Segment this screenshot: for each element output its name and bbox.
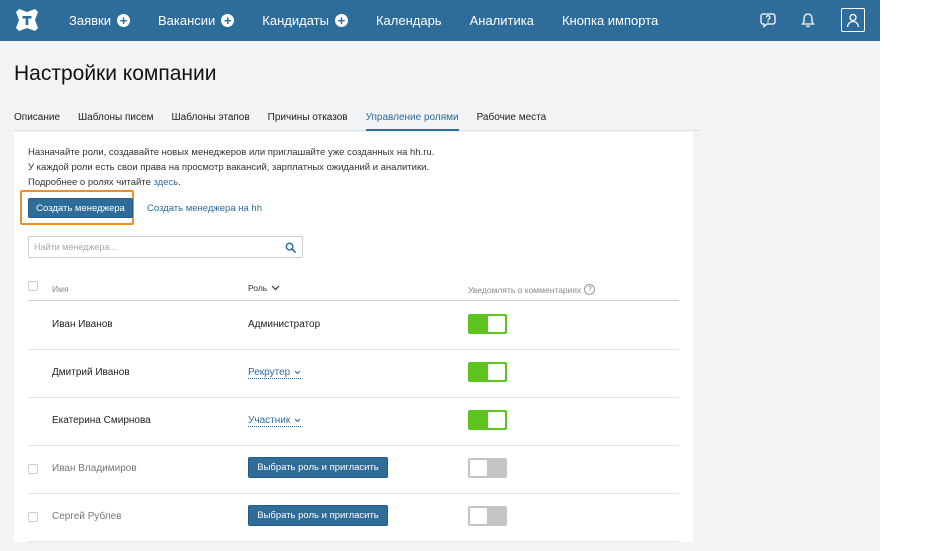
tab-1[interactable]: Шаблоны писем [78,112,153,129]
help-question-icon[interactable]: ? [584,284,596,295]
intro-line-3-suffix: . [178,177,181,188]
bell-icon[interactable] [800,12,816,28]
header-notify-label: Уведомлять о комментариях [468,284,582,295]
profile-button[interactable] [841,8,865,32]
plus-icon[interactable]: + [334,14,348,27]
role-dropdown-label: Участник [248,415,291,426]
role-dropdown[interactable]: Участник [248,415,302,427]
row-checkbox[interactable] [28,464,38,474]
manager-name: Дмитрий Иванов [52,367,130,378]
table-row: Иван Иванов Администратор [28,301,679,350]
intro-line-3: Подробнее о ролях читайте здесь. [28,175,434,190]
nav-item-1[interactable]: Вакансии + [157,13,235,28]
toggle-knob [470,508,487,524]
top-navigation-bar: Заявки + Вакансии + Кандидаты + Календарь Анали… [0,0,880,41]
nav-item-label: Кнопка импорта [561,13,659,28]
create-manager-hh-link[interactable]: Создать менеджера на hh [147,203,262,214]
table-row: Дмитрий Иванов Рекрутер [28,349,679,398]
toggle-knob [470,460,487,476]
notify-toggle[interactable] [468,458,507,478]
manager-name: Екатерина Смирнова [52,415,151,426]
table-row: Иван Владимиров Выбрать роль и пригласить [28,445,679,494]
profile-icon [846,13,860,28]
notify-toggle[interactable] [468,506,507,526]
nav-item-0[interactable]: Заявки + [69,13,130,28]
nav-item-label: Заявки [69,13,111,28]
header-role-sort[interactable]: Роль [248,283,280,293]
search-icon[interactable] [285,242,296,253]
page-title: Настройки компании [14,62,217,85]
main-nav: Заявки + Вакансии + Кандидаты + Календарь Анали… [69,0,686,41]
table-row: Сергей Рублев Выбрать роль и пригласить [28,493,679,542]
roles-help-link[interactable]: здесь [154,177,179,188]
intro-text: Назначайте роли, создавайте новых менедж… [28,145,434,190]
nav-item-label: Календарь [375,13,442,28]
nav-item-label: Вакансии [157,13,216,28]
manager-name: Иван Иванов [52,319,113,330]
tab-5[interactable]: Рабочие места [477,112,547,129]
role-dropdown-label: Рекрутер [248,367,291,378]
row-checkbox[interactable] [28,512,38,522]
chevron-down-icon [271,285,280,291]
intro-line-2: У каждой роли есть свои права на просмот… [28,162,430,173]
invite-with-role-button[interactable]: Выбрать роль и пригласить [248,505,388,526]
role-label: Администратор [248,319,321,330]
nav-item-2[interactable]: Кандидаты + [262,13,348,28]
manager-name: Сергей Рублев [52,511,122,522]
settings-tabs: Описание Шаблоны писем Шаблоны этапов Причи… [14,112,700,131]
tab-3[interactable]: Причины отказов [268,112,348,129]
tab-4[interactable]: Управление ролями [365,112,459,131]
logo-icon[interactable] [14,7,40,33]
tab-0[interactable]: Описание [14,112,60,129]
create-manager-button[interactable]: Создать менеджера [28,198,133,218]
manager-name: Иван Владимиров [52,463,137,474]
nav-item-label: Кандидаты [262,13,329,28]
toggle-knob [488,316,505,332]
intro-line-3-prefix: Подробнее о ролях читайте [28,177,154,188]
tab-2[interactable]: Шаблоны этапов [171,112,249,129]
table-header: Имя Роль Уведомлять о комментариях ? [28,280,679,301]
toggle-knob [488,364,505,380]
nav-item-5[interactable]: Кнопка импорта [562,13,658,28]
invite-with-role-button[interactable]: Выбрать роль и пригласить [248,457,388,478]
toggle-knob [488,412,505,428]
app-window: Заявки + Вакансии + Кандидаты + Календарь Анали… [0,0,880,551]
plus-icon[interactable]: + [116,14,130,27]
nav-item-label: Аналитика [469,13,534,28]
notify-toggle[interactable] [468,314,507,334]
nav-item-3[interactable]: Календарь [376,13,442,28]
nav-item-4[interactable]: Аналитика [470,13,534,28]
notify-toggle[interactable] [468,362,507,382]
roles-panel: Назначайте роли, создавайте новых менедж… [14,132,693,542]
notify-toggle[interactable] [468,410,507,430]
header-notify: Уведомлять о комментариях ? [468,284,596,295]
header-name: Имя [52,284,69,294]
role-dropdown[interactable]: Рекрутер [248,367,302,379]
header-role-label: Роль [248,283,268,293]
manager-search-input[interactable] [34,240,274,254]
plus-icon[interactable]: + [221,14,235,27]
chevron-down-icon [294,418,301,423]
manager-search [28,236,303,258]
table-row: Екатерина Смирнова Участник [28,397,679,446]
select-all-checkbox[interactable] [28,281,38,291]
help-icon[interactable] [760,12,776,28]
chevron-down-icon [294,370,301,375]
intro-line-1: Назначайте роли, создавайте новых менедж… [28,147,435,158]
